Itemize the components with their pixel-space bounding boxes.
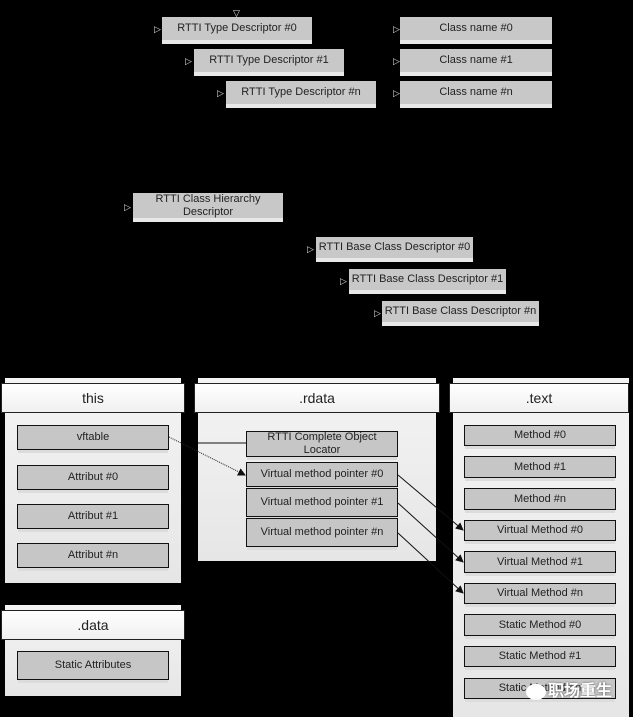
arrow-pointer-1-to-virtual-method-1 (397, 502, 464, 563)
connectors (168, 436, 464, 594)
watermark-text: 职场重生 (548, 683, 613, 700)
wechat-icon (526, 683, 546, 700)
arrow-pointer-n-to-virtual-method-n (397, 532, 464, 594)
arrow-pointer-0-to-virtual-method-0 (397, 474, 464, 531)
watermark: 职场重生 (526, 677, 612, 701)
